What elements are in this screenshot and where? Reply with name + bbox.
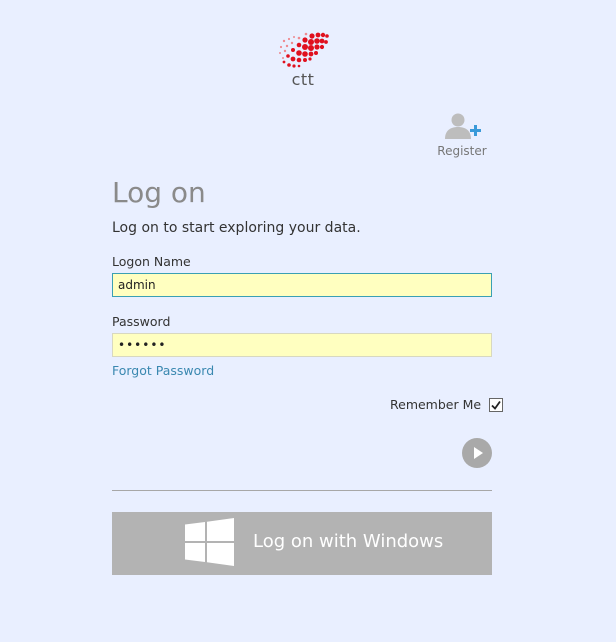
remember-me: Remember Me: [390, 397, 504, 412]
add-user-icon: [445, 113, 481, 139]
remember-me-checkbox[interactable]: [489, 397, 504, 412]
checkmark-icon: [491, 400, 501, 410]
register-label: Register: [437, 144, 487, 158]
log-on-with-windows-button[interactable]: Log on with Windows: [112, 512, 492, 575]
ctt-logo: ctt: [272, 28, 334, 92]
password-input[interactable]: [112, 333, 492, 357]
logon-name-input[interactable]: [112, 273, 492, 297]
windows-logon-label: Log on with Windows: [253, 531, 444, 552]
ctt-logo-icon: [279, 32, 329, 68]
forgot-password-link[interactable]: Forgot Password: [112, 363, 214, 378]
logon-name-label: Logon Name: [112, 254, 191, 269]
page-subtitle: Log on to start exploring your data.: [112, 220, 361, 236]
divider: [112, 490, 492, 491]
windows-logo-icon: [185, 518, 234, 566]
password-label: Password: [112, 314, 171, 329]
remember-me-label: Remember Me: [390, 397, 482, 412]
page-title: Log on: [112, 176, 206, 209]
play-arrow-icon: [474, 447, 483, 459]
register-button[interactable]: Register: [436, 112, 488, 158]
log-on-submit-button[interactable]: [462, 438, 492, 468]
logo-text: ctt: [291, 70, 315, 89]
